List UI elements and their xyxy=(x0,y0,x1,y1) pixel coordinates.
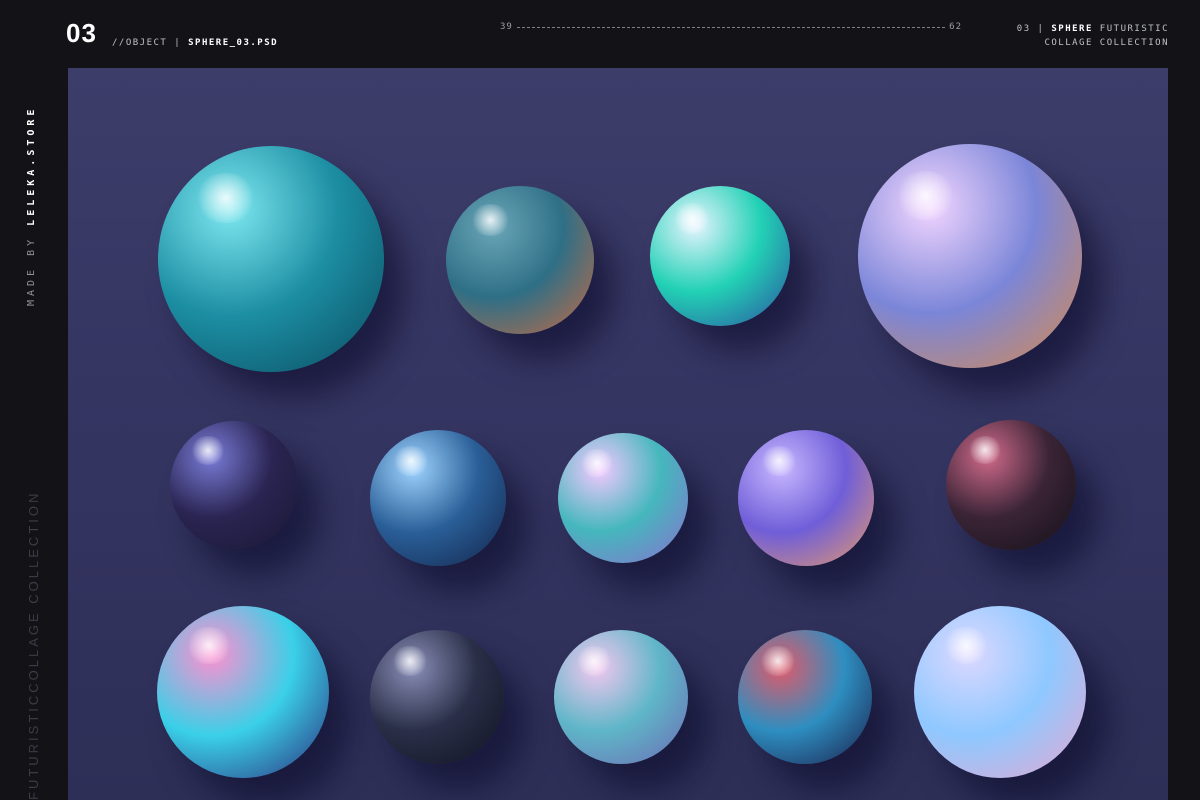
striped-rainbow-sphere xyxy=(738,630,872,764)
large-iridescent-glass-sphere xyxy=(858,144,1082,368)
holographic-swirl-sphere-highlight xyxy=(759,446,798,477)
holographic-swirl-sphere xyxy=(738,430,874,566)
collection-title: 03 | SPHERE FUTURISTIC COLLAGE COLLECTIO… xyxy=(1017,22,1169,50)
blue-glass-marble-sphere xyxy=(370,430,506,566)
dotted-purple-sphere xyxy=(170,421,298,549)
object-file-name: SPHERE_03.PSD xyxy=(188,38,279,48)
object-label: //OBJECT | SPHERE_03.PSD xyxy=(112,38,278,48)
section-number: 03 xyxy=(66,18,97,48)
side-collection-text: FUTURISTICCOLLAGE COLLECTION xyxy=(26,490,41,800)
page-range-divider xyxy=(516,26,946,28)
page-end: 62 xyxy=(949,22,962,32)
title-rest: FUTURISTIC xyxy=(1092,24,1169,34)
pastel-teal-bubble-sphere xyxy=(558,433,688,563)
header-bar: 03 //OBJECT | SPHERE_03.PSD 39 62 03 | S… xyxy=(0,0,1200,66)
page-range: 39 62 xyxy=(500,22,962,32)
collection-title-line1: 03 | SPHERE FUTURISTIC xyxy=(1017,22,1169,36)
teal-liquid-glass-sphere xyxy=(158,146,384,372)
sphere-canvas xyxy=(68,68,1168,800)
dark-glitter-sphere-highlight xyxy=(391,646,429,676)
title-bold: SPHERE xyxy=(1051,24,1093,34)
page-start: 39 xyxy=(500,22,513,32)
title-prefix: 03 | xyxy=(1016,24,1052,34)
object-prefix: //OBJECT | xyxy=(112,38,189,48)
glass-sphere-green-reflection xyxy=(650,186,790,326)
scaled-pink-texture-sphere xyxy=(946,420,1076,550)
teal-liquid-glass-sphere-highlight xyxy=(194,173,258,223)
dark-glitter-sphere xyxy=(370,630,504,764)
credit-prefix: MADE BY xyxy=(26,225,37,306)
clear-bubble-sphere-orange-rim xyxy=(446,186,594,334)
dotted-purple-sphere-highlight xyxy=(190,436,227,465)
clear-bubble-sphere-orange-rim-highlight xyxy=(469,203,512,237)
frosted-iridescent-sphere-highlight xyxy=(575,646,613,676)
credit-store: LELEKA.STORE xyxy=(26,105,37,226)
marbled-neon-swirl-sphere xyxy=(157,606,329,778)
marbled-neon-swirl-sphere-highlight xyxy=(184,626,233,665)
striped-rainbow-sphere-highlight xyxy=(759,646,797,676)
large-holographic-clear-sphere-highlight xyxy=(941,626,990,665)
side-credit: MADE BY LELEKA.STORE xyxy=(26,106,37,306)
scaled-pink-texture-sphere-highlight xyxy=(966,435,1004,465)
frosted-iridescent-sphere xyxy=(554,630,688,764)
collection-title-line2: COLLAGE COLLECTION xyxy=(1044,38,1169,48)
pastel-teal-bubble-sphere-highlight xyxy=(578,448,616,478)
glass-sphere-green-reflection-highlight xyxy=(672,202,712,234)
large-holographic-clear-sphere xyxy=(914,606,1086,778)
blue-glass-marble-sphere-highlight xyxy=(391,446,430,477)
large-iridescent-glass-sphere-highlight xyxy=(893,170,957,221)
